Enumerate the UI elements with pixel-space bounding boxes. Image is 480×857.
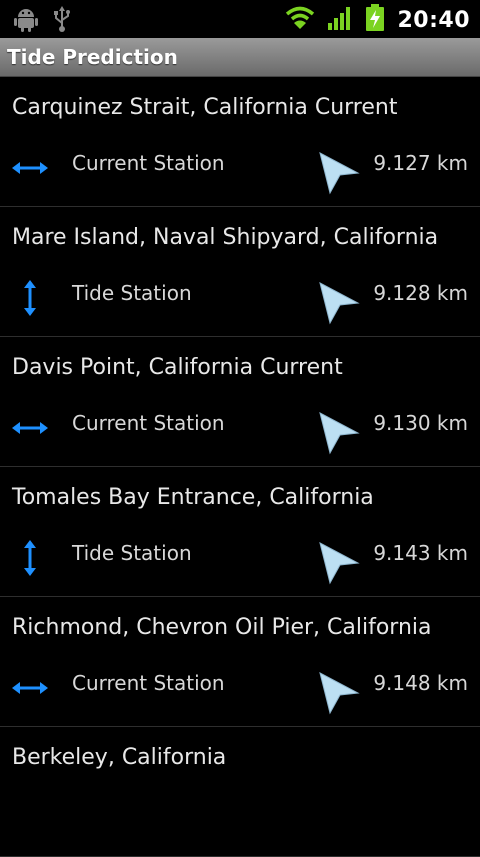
- list-item[interactable]: Berkeley, California: [0, 727, 480, 857]
- vertical-arrows-icon: [12, 280, 48, 316]
- station-type: Tide Station: [72, 281, 192, 305]
- battery-charging-icon: [365, 4, 385, 36]
- list-item[interactable]: Mare Island, Naval Shipyard, California …: [0, 207, 480, 337]
- direction-arrow-icon: [316, 409, 362, 455]
- station-distance: 9.128 km: [373, 281, 468, 305]
- horizontal-arrows-icon: [12, 670, 48, 706]
- station-name: Richmond, Chevron Oil Pier, California: [12, 615, 432, 640]
- station-name: Tomales Bay Entrance, California: [12, 485, 374, 510]
- horizontal-arrows-icon: [12, 150, 48, 186]
- usb-icon: [52, 6, 72, 36]
- status-bar: 20:40: [0, 0, 480, 38]
- direction-arrow-icon: [316, 539, 362, 585]
- station-type: Tide Station: [72, 541, 192, 565]
- station-type: Current Station: [72, 671, 225, 695]
- station-list[interactable]: Carquinez Strait, California Current Cur…: [0, 77, 480, 857]
- list-item[interactable]: Davis Point, California Current Current …: [0, 337, 480, 467]
- station-distance: 9.127 km: [373, 151, 468, 175]
- page-title: Tide Prediction: [7, 45, 178, 69]
- station-distance: 9.148 km: [373, 671, 468, 695]
- status-clock: 20:40: [397, 7, 470, 33]
- vertical-arrows-icon: [12, 540, 48, 576]
- wifi-icon: [285, 5, 315, 35]
- list-item[interactable]: Richmond, Chevron Oil Pier, California C…: [0, 597, 480, 727]
- direction-arrow-icon: [316, 669, 362, 715]
- title-bar: Tide Prediction: [0, 38, 480, 77]
- android-debug-icon: [14, 6, 38, 36]
- station-distance: 9.143 km: [373, 541, 468, 565]
- station-type: Current Station: [72, 151, 225, 175]
- station-type: Current Station: [72, 411, 225, 435]
- list-item[interactable]: Carquinez Strait, California Current Cur…: [0, 77, 480, 207]
- station-name: Mare Island, Naval Shipyard, California: [12, 225, 439, 250]
- station-name: Davis Point, California Current: [12, 355, 343, 380]
- station-distance: 9.130 km: [373, 411, 468, 435]
- direction-arrow-icon: [316, 279, 362, 325]
- horizontal-arrows-icon: [12, 410, 48, 446]
- direction-arrow-icon: [316, 149, 362, 195]
- list-item[interactable]: Tomales Bay Entrance, California Tide St…: [0, 467, 480, 597]
- station-name: Berkeley, California: [12, 745, 227, 770]
- station-name: Carquinez Strait, California Current: [12, 95, 398, 120]
- signal-icon: [327, 5, 353, 35]
